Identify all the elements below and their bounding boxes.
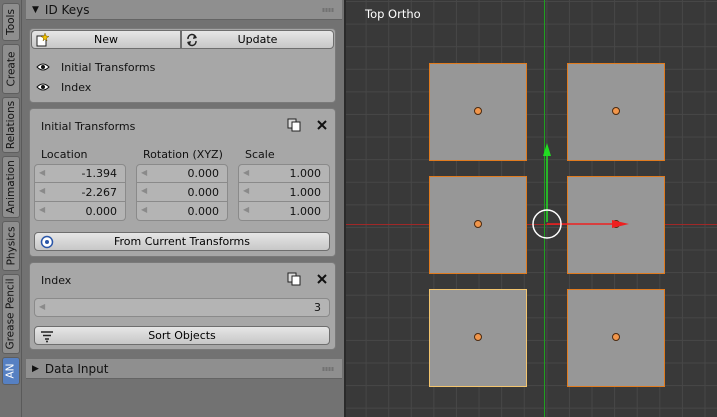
tab-relations-label: Relations — [5, 100, 18, 150]
object-origin-icon — [39, 234, 55, 250]
decrement-arrow-icon[interactable]: ◀ — [243, 168, 249, 177]
id-keys-title: ID Keys — [44, 2, 90, 17]
new-file-icon — [34, 32, 50, 48]
scale-x-value: 1.000 — [289, 167, 322, 180]
collapse-triangle-icon: ▼ — [32, 4, 39, 15]
tool-shelf-tabs: Tools Create Relations Animation Physics… — [0, 0, 22, 417]
id-key-initial-transforms: Initial Transforms — [61, 61, 156, 74]
sort-objects-label: Sort Objects — [148, 329, 216, 342]
decrement-arrow-icon[interactable]: ◀ — [39, 302, 45, 311]
data-input-header[interactable]: ▶ Data Input — [26, 359, 342, 379]
decrement-arrow-icon[interactable]: ◀ — [39, 168, 45, 177]
decrement-arrow-icon[interactable]: ◀ — [243, 186, 249, 195]
initial-transforms-title: Initial Transforms — [41, 120, 136, 133]
scale-x-field[interactable]: ◀ 1.000 — [238, 164, 330, 183]
scale-y-field[interactable]: ◀ 1.000 — [238, 183, 330, 202]
update-button[interactable]: Update — [181, 30, 334, 49]
3d-viewport[interactable]: Top Ortho — [346, 0, 717, 417]
location-x-field[interactable]: ◀ -1.394 — [34, 164, 126, 183]
rotation-y-value: 0.000 — [187, 185, 220, 199]
tab-create-label: Create — [5, 51, 18, 87]
y-arrow-head-icon[interactable] — [543, 143, 551, 156]
from-current-transforms-label: From Current Transforms — [113, 235, 250, 248]
location-z-value: 0.000 — [85, 204, 118, 218]
new-id-key-button[interactable]: New — [31, 30, 181, 49]
new-label: New — [94, 33, 118, 46]
rotation-z-value: 0.000 — [187, 204, 220, 218]
scale-label: Scale — [245, 148, 275, 161]
scale-z-field[interactable]: ◀ 1.000 — [238, 202, 330, 221]
location-y-field[interactable]: ◀ -2.267 — [34, 183, 126, 202]
tab-grease-pencil-label: Grease Pencil — [5, 278, 18, 350]
sort-objects-button[interactable]: Sort Objects — [34, 326, 330, 345]
location-x-value: -1.394 — [81, 167, 117, 180]
tab-tools[interactable]: Tools — [2, 3, 20, 41]
index-title: Index — [41, 274, 72, 287]
tab-animation-label: Animation — [5, 160, 17, 214]
sort-icon — [39, 328, 55, 344]
decrement-arrow-icon[interactable]: ◀ — [39, 186, 45, 195]
scale-z-value: 1.000 — [289, 204, 322, 218]
copy-icon[interactable] — [286, 117, 302, 133]
rotation-z-field[interactable]: ◀ 0.000 — [136, 202, 228, 221]
close-icon[interactable] — [314, 117, 330, 133]
x-arrow-head-icon[interactable] — [612, 220, 629, 228]
rotation-label: Rotation (XYZ) — [143, 148, 223, 161]
decrement-arrow-icon[interactable]: ◀ — [141, 168, 147, 177]
index-value-field[interactable]: ◀ 3 — [34, 298, 330, 317]
location-z-field[interactable]: ◀ 0.000 — [34, 202, 126, 221]
eye-icon[interactable] — [36, 81, 50, 93]
decrement-arrow-icon[interactable]: ◀ — [39, 205, 45, 214]
tab-relations[interactable]: Relations — [2, 97, 20, 153]
tab-an-label: AN — [4, 363, 17, 379]
expand-triangle-icon: ▶ — [32, 363, 39, 374]
rotation-x-field[interactable]: ◀ 0.000 — [136, 164, 228, 183]
tab-animation[interactable]: Animation — [2, 156, 20, 218]
location-y-value: -2.267 — [81, 185, 117, 199]
tab-create[interactable]: Create — [2, 44, 20, 94]
refresh-icon — [184, 32, 200, 48]
tab-physics[interactable]: Physics — [2, 221, 20, 271]
update-label: Update — [237, 33, 278, 46]
drag-grip-icon[interactable] — [322, 8, 334, 12]
eye-icon[interactable] — [36, 61, 50, 73]
id-key-index: Index — [61, 81, 92, 94]
tab-physics-label: Physics — [5, 226, 17, 266]
tab-grease-pencil[interactable]: Grease Pencil — [2, 274, 20, 354]
tab-tools-label: Tools — [5, 9, 17, 35]
scale-y-value: 1.000 — [289, 185, 322, 199]
decrement-arrow-icon[interactable]: ◀ — [243, 205, 249, 214]
rotation-x-value: 0.000 — [187, 167, 220, 180]
drag-grip-icon[interactable] — [322, 367, 334, 371]
rotation-y-field[interactable]: ◀ 0.000 — [136, 183, 228, 202]
decrement-arrow-icon[interactable]: ◀ — [141, 186, 147, 195]
decrement-arrow-icon[interactable]: ◀ — [141, 205, 147, 214]
index-value: 3 — [314, 301, 321, 314]
copy-icon[interactable] — [286, 271, 302, 287]
transform-manipulator[interactable] — [346, 0, 717, 417]
close-icon[interactable] — [314, 271, 330, 287]
data-input-title: Data Input — [44, 361, 109, 376]
tab-animation-nodes[interactable]: AN — [2, 357, 20, 385]
from-current-transforms-button[interactable]: From Current Transforms — [34, 232, 330, 251]
id-keys-header[interactable]: ▼ ID Keys — [26, 0, 342, 20]
location-label: Location — [41, 148, 88, 161]
